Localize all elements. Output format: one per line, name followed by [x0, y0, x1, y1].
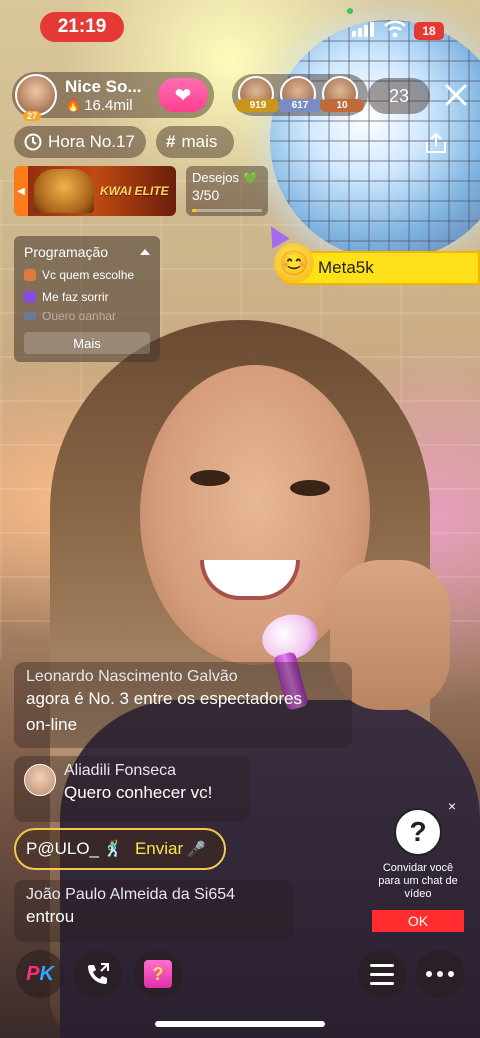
viewer-score: 617	[278, 99, 322, 112]
gift-send-message[interactable]: P@ULO_ 🕺 Enviar 🎤	[14, 828, 226, 870]
party-emoji-icon: 😊	[262, 221, 314, 283]
kwai-elite-banner[interactable]: ◀ KWAI ELITE	[14, 166, 176, 216]
host-name: Nice So...	[65, 76, 142, 96]
home-indicator[interactable]	[155, 1021, 325, 1027]
chat-message[interactable]: Aliadili Fonseca Quero conhecer vc!	[14, 756, 250, 822]
menu-icon	[370, 963, 394, 985]
top-viewers[interactable]: 919 617 10	[232, 74, 368, 116]
question-mark-icon: ?	[394, 808, 442, 856]
invite-close-icon[interactable]: ×	[444, 798, 460, 814]
host-profile-pill[interactable]: 27 Nice So... 🔥 16.4mil ❤	[12, 72, 214, 121]
schedule-item-icon	[24, 269, 36, 281]
chat-text: on-line	[26, 715, 78, 734]
host-level-badge: 27	[23, 111, 42, 121]
status-bar: 21:19 18	[0, 0, 480, 52]
schedule-title: Programação	[24, 244, 109, 260]
hour-rank-badge[interactable]: Hora No.17	[14, 126, 146, 158]
wishes-progress-bar	[192, 209, 262, 212]
pk-button[interactable]: PK	[16, 950, 64, 998]
wishes-card[interactable]: Desejos 💚 3/50	[186, 166, 268, 216]
hour-rank-label: Hora No.17	[48, 132, 135, 151]
viewer-total-count[interactable]: 23	[368, 78, 430, 114]
viewer-score: 919	[236, 99, 280, 112]
viewer-avatar[interactable]: 919	[236, 76, 280, 112]
host-likes-count: 16.4mil	[84, 96, 133, 114]
chat-text: entrou	[26, 907, 75, 926]
viewer-avatar[interactable]: 10	[320, 76, 364, 112]
chat-text: agora é No. 3 entre os espectadores	[26, 689, 302, 708]
schedule-more-button[interactable]: Mais	[24, 332, 150, 354]
pk-icon: PK	[26, 962, 54, 985]
wishes-count: 3/50	[192, 187, 220, 203]
video-chat-invite: × ? Convidar você para um chat de vídeo …	[370, 794, 466, 934]
viewer-score: 10	[320, 99, 364, 112]
bottom-toolbar: PK ?	[0, 950, 480, 1000]
schedule-item: Quero ganhar	[24, 312, 150, 320]
schedule-item-icon	[24, 312, 36, 320]
tag-more[interactable]: # mais	[156, 126, 234, 158]
chat-text: Quero conhecer vc!	[64, 783, 213, 802]
banner-arrow-icon[interactable]: ◀	[14, 166, 28, 216]
chat-message[interactable]: João Paulo Almeida da Si654 entrou	[14, 880, 294, 942]
caret-up-icon[interactable]	[140, 249, 150, 255]
host-eye-left	[190, 470, 230, 486]
host-avatar[interactable]: 27	[15, 74, 57, 121]
wishes-title: Desejos	[192, 170, 239, 185]
tag-label: mais	[181, 132, 218, 151]
close-icon[interactable]	[441, 80, 471, 110]
goal-pill[interactable]: 😊 Meta5k	[262, 221, 480, 285]
more-dots-icon	[426, 971, 454, 977]
video-call-button[interactable]	[74, 950, 122, 998]
goal-label: Meta5k	[318, 258, 374, 277]
wishes-title-row: Desejos 💚	[192, 170, 262, 185]
flame-icon: 🔥	[65, 97, 82, 112]
chat-username: Leonardo Nascimento Galvão	[26, 668, 238, 685]
host-eye-right	[290, 480, 330, 496]
schedule-item: Me faz sorrir	[24, 290, 150, 304]
schedule-item-label: Quero ganhar	[42, 312, 117, 320]
hashtag-icon: #	[166, 132, 176, 151]
chat-username: João Paulo Almeida da Si654	[26, 886, 236, 903]
schedule-item-label: Me faz sorrir	[42, 290, 109, 304]
host-info: Nice So... 🔥 16.4mil	[65, 77, 142, 114]
chat-avatar[interactable]	[24, 764, 56, 796]
follow-button[interactable]: ❤	[158, 78, 208, 112]
signal-icon	[352, 22, 374, 37]
host-likes: 🔥 16.4mil	[65, 97, 142, 114]
chat-body: Aliadili Fonseca Quero conhecer vc!	[64, 762, 212, 806]
chat-username: Aliadili Fonseca	[64, 762, 177, 779]
lion-icon	[34, 169, 94, 213]
dancer-icon: 🕺	[103, 841, 123, 858]
schedule-item-label: Vc quem escolhe	[42, 268, 135, 282]
hearts-icon: 💚	[242, 170, 258, 185]
phone-call-icon	[88, 963, 109, 984]
gift-box-icon: ?	[144, 960, 172, 988]
more-options-button[interactable]	[416, 950, 464, 998]
battery-icon: 18	[414, 22, 444, 40]
schedule-header[interactable]: Programação	[24, 244, 150, 260]
gift-action-label: Enviar	[134, 839, 184, 858]
sender-username: P@ULO_	[26, 839, 100, 858]
schedule-card: Programação Vc quem escolhe Me faz sorri…	[14, 236, 160, 362]
wishes-progress-fill	[192, 209, 197, 212]
schedule-item-icon	[24, 291, 36, 303]
microphone-gift-icon: 🎤	[187, 841, 206, 858]
chat-message[interactable]: Leonardo Nascimento Galvão agora é No. 3…	[14, 662, 352, 748]
clock-icon	[24, 133, 42, 151]
wifi-icon	[384, 20, 406, 38]
share-icon[interactable]	[424, 132, 448, 154]
schedule-item: Vc quem escolhe	[24, 268, 150, 282]
status-time: 21:19	[40, 12, 124, 42]
camera-indicator-dot	[347, 8, 353, 14]
menu-button[interactable]	[358, 950, 406, 998]
heart-wings-icon: ❤	[174, 84, 192, 107]
viewer-avatar[interactable]: 617	[278, 76, 322, 112]
gift-button[interactable]: ?	[134, 950, 182, 998]
invite-text: Convidar você para um chat de vídeo	[378, 862, 458, 900]
banner-brand: KWAI ELITE	[100, 184, 169, 198]
invite-ok-button[interactable]: OK	[372, 910, 464, 932]
